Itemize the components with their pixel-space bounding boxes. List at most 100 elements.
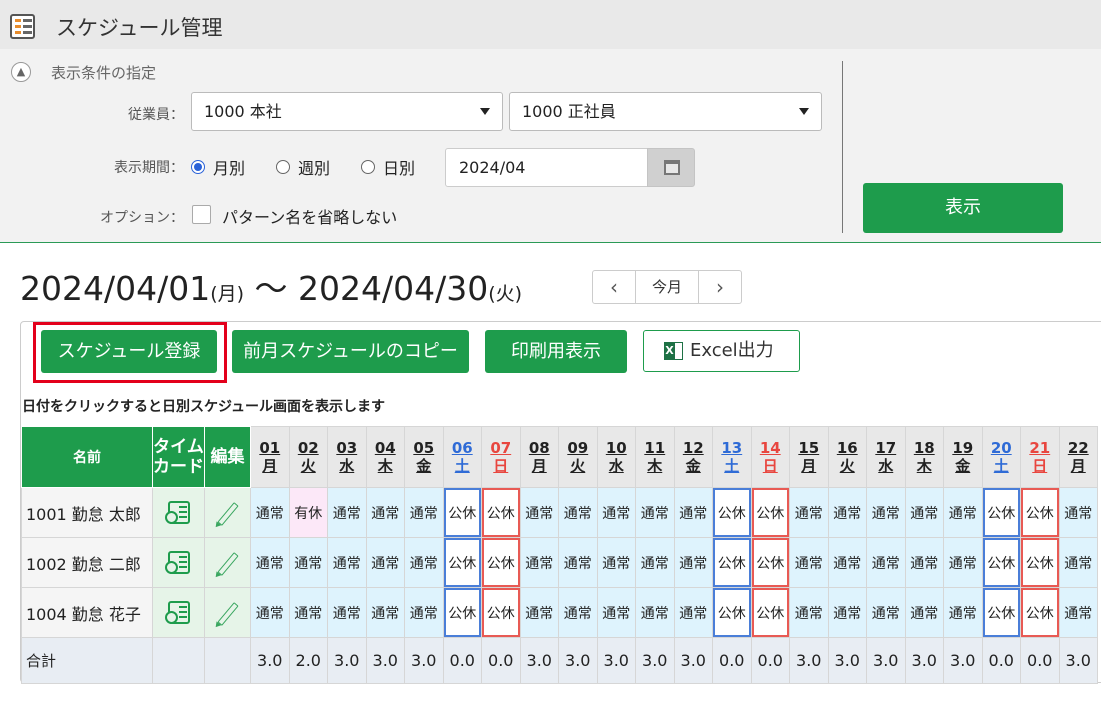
day-weekday[interactable]: 金: [405, 457, 442, 475]
day-weekday[interactable]: 日: [1021, 457, 1058, 475]
schedule-cell[interactable]: 通常: [1058, 587, 1098, 638]
radio-icon[interactable]: [361, 160, 375, 174]
day-weekday[interactable]: 月: [1060, 457, 1097, 475]
schedule-cell[interactable]: 通常: [327, 487, 367, 538]
option-checkbox[interactable]: [192, 205, 211, 224]
schedule-cell[interactable]: 通常: [1058, 487, 1098, 538]
chevron-left-icon[interactable]: ‹: [593, 271, 635, 303]
day-header[interactable]: 18 木: [904, 426, 944, 488]
timecard-icon[interactable]: [164, 501, 190, 524]
day-header[interactable]: 07 日: [481, 426, 521, 488]
schedule-cell[interactable]: 通常: [250, 537, 290, 588]
schedule-cell[interactable]: 通常: [866, 587, 906, 638]
schedule-cell[interactable]: 通常: [827, 537, 867, 588]
schedule-cell[interactable]: 通常: [635, 587, 675, 638]
schedule-cell[interactable]: 通常: [789, 487, 829, 538]
day-weekday[interactable]: 日: [752, 457, 789, 475]
day-number[interactable]: 10: [598, 439, 635, 457]
schedule-cell[interactable]: 通常: [673, 587, 713, 638]
radio-icon[interactable]: [276, 160, 290, 174]
day-number[interactable]: 17: [867, 439, 904, 457]
day-number[interactable]: 06: [444, 439, 481, 457]
day-weekday[interactable]: 木: [906, 457, 943, 475]
schedule-cell[interactable]: 通常: [519, 537, 559, 588]
pencil-icon[interactable]: [216, 551, 239, 576]
day-number[interactable]: 16: [829, 439, 866, 457]
schedule-cell[interactable]: 公休: [1020, 587, 1060, 638]
day-header[interactable]: 19 金: [943, 426, 983, 488]
schedule-cell[interactable]: 通常: [904, 537, 944, 588]
day-number[interactable]: 13: [713, 439, 750, 457]
day-number[interactable]: 12: [675, 439, 712, 457]
chevron-up-icon[interactable]: ▲: [11, 62, 31, 82]
schedule-cell[interactable]: 有休: [288, 487, 328, 538]
schedule-cell[interactable]: 通常: [866, 537, 906, 588]
timecard-icon[interactable]: [164, 551, 190, 574]
day-number[interactable]: 07: [482, 439, 519, 457]
copy-prev-month-button[interactable]: 前月スケジュールのコピー: [232, 330, 469, 373]
schedule-cell[interactable]: 通常: [288, 587, 328, 638]
day-header[interactable]: 02 火: [288, 426, 328, 488]
chevron-right-icon[interactable]: ›: [699, 271, 741, 303]
schedule-cell[interactable]: 通常: [635, 487, 675, 538]
day-header[interactable]: 20 土: [981, 426, 1021, 488]
day-weekday[interactable]: 月: [790, 457, 827, 475]
day-header[interactable]: 13 土: [712, 426, 752, 488]
day-number[interactable]: 15: [790, 439, 827, 457]
schedule-cell[interactable]: 公休: [442, 587, 482, 638]
day-number[interactable]: 19: [944, 439, 981, 457]
day-header[interactable]: 09 火: [558, 426, 598, 488]
day-number[interactable]: 02: [290, 439, 327, 457]
print-view-button[interactable]: 印刷用表示: [485, 330, 627, 373]
timecard-icon[interactable]: [164, 601, 190, 624]
this-month-button[interactable]: 今月: [635, 271, 699, 303]
schedule-cell[interactable]: 通常: [943, 537, 983, 588]
calendar-button[interactable]: [647, 148, 695, 187]
schedule-cell[interactable]: 通常: [789, 587, 829, 638]
schedule-cell[interactable]: 通常: [827, 487, 867, 538]
day-number[interactable]: 03: [328, 439, 365, 457]
period-date-input[interactable]: 2024/04: [445, 148, 648, 187]
schedule-cell[interactable]: 通常: [365, 487, 405, 538]
schedule-cell[interactable]: 通常: [558, 537, 598, 588]
day-weekday[interactable]: 金: [944, 457, 981, 475]
period-radio-month[interactable]: 月別: [191, 155, 245, 179]
schedule-cell[interactable]: 通常: [519, 487, 559, 538]
schedule-cell[interactable]: 通常: [596, 537, 636, 588]
schedule-cell[interactable]: 通常: [904, 487, 944, 538]
day-number[interactable]: 08: [521, 439, 558, 457]
day-header[interactable]: 08 月: [519, 426, 559, 488]
schedule-cell[interactable]: 公休: [750, 487, 790, 538]
schedule-cell[interactable]: 通常: [404, 537, 444, 588]
day-weekday[interactable]: 木: [367, 457, 404, 475]
day-header[interactable]: 17 水: [866, 426, 906, 488]
day-header[interactable]: 10 水: [596, 426, 636, 488]
schedule-cell[interactable]: 通常: [673, 487, 713, 538]
day-number[interactable]: 04: [367, 439, 404, 457]
schedule-cell[interactable]: 通常: [250, 587, 290, 638]
schedule-cell[interactable]: 通常: [365, 537, 405, 588]
day-weekday[interactable]: 月: [521, 457, 558, 475]
day-number[interactable]: 11: [636, 439, 673, 457]
schedule-cell[interactable]: 公休: [712, 487, 752, 538]
schedule-cell[interactable]: 通常: [596, 487, 636, 538]
day-header[interactable]: 14 日: [750, 426, 790, 488]
day-number[interactable]: 22: [1060, 439, 1097, 457]
schedule-cell[interactable]: 公休: [1020, 537, 1060, 588]
day-number[interactable]: 14: [752, 439, 789, 457]
day-weekday[interactable]: 火: [290, 457, 327, 475]
schedule-cell[interactable]: 通常: [519, 587, 559, 638]
schedule-cell[interactable]: 通常: [327, 537, 367, 588]
schedule-cell[interactable]: 通常: [558, 587, 598, 638]
schedule-cell[interactable]: 公休: [750, 537, 790, 588]
filter-heading[interactable]: 表示条件の指定: [51, 62, 156, 83]
day-header[interactable]: 03 水: [327, 426, 367, 488]
day-number[interactable]: 09: [559, 439, 596, 457]
day-header[interactable]: 04 木: [365, 426, 405, 488]
schedule-cell[interactable]: 公休: [981, 537, 1021, 588]
day-header[interactable]: 21 日: [1020, 426, 1060, 488]
schedule-cell[interactable]: 通常: [673, 537, 713, 588]
schedule-cell[interactable]: 公休: [1020, 487, 1060, 538]
day-header[interactable]: 16 火: [827, 426, 867, 488]
schedule-cell[interactable]: 通常: [827, 587, 867, 638]
